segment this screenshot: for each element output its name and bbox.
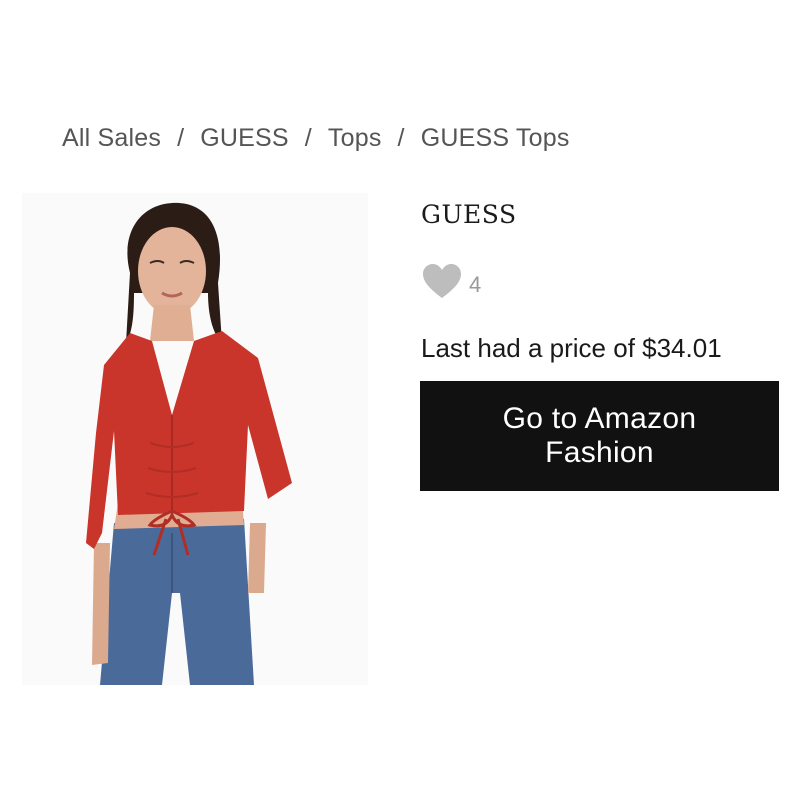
breadcrumb-guess-tops[interactable]: GUESS Tops	[421, 124, 570, 153]
product-image[interactable]	[22, 193, 368, 685]
breadcrumb-separator: /	[397, 124, 405, 152]
breadcrumb-all-sales[interactable]: All Sales	[62, 124, 161, 153]
product-brand[interactable]: GUESS	[421, 200, 517, 229]
breadcrumb-guess[interactable]: GUESS	[200, 124, 289, 153]
likes: 4	[421, 262, 481, 300]
product-photo	[22, 193, 368, 685]
go-to-amazon-fashion-button[interactable]: Go to Amazon Fashion	[420, 381, 779, 491]
last-price-text: Last had a price of $34.01	[421, 333, 722, 363]
breadcrumb-separator: /	[177, 124, 185, 152]
heart-icon[interactable]	[421, 262, 463, 300]
breadcrumb: All Sales / GUESS / Tops / GUESS Tops	[62, 124, 570, 153]
breadcrumb-tops[interactable]: Tops	[328, 124, 382, 153]
breadcrumb-separator: /	[304, 124, 312, 152]
likes-count: 4	[469, 272, 482, 297]
